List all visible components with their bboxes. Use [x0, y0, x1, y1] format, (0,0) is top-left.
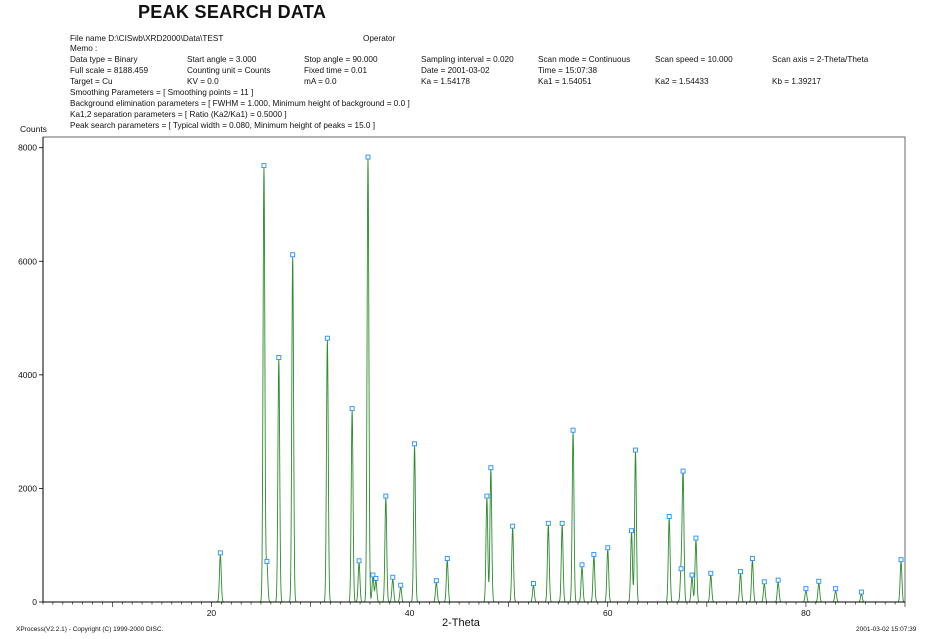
peak-marker [433, 578, 439, 584]
peak-marker [803, 586, 809, 592]
peak-marker [373, 575, 379, 581]
peak-marker [858, 589, 864, 595]
diffraction-trace [43, 159, 906, 603]
y-tick-label: 8000 [18, 143, 37, 153]
x-tick-label: 80 [801, 608, 811, 618]
peak-marker [261, 163, 267, 169]
peak-marker [264, 558, 270, 564]
peak-marker [591, 552, 597, 558]
xrd-chart: 0 2000 4000 6000 8000 20 40 60 80 [18, 136, 906, 618]
peak-marker [678, 566, 684, 572]
y-tick-label: 0 [32, 597, 37, 607]
peak-marker [633, 447, 638, 453]
peak-marker [290, 252, 296, 258]
peak-marker [666, 514, 672, 519]
peak-marker [680, 468, 686, 474]
x-axis-label: 2-Theta [442, 617, 480, 629]
peak-marker [761, 579, 767, 585]
peak-marker [398, 582, 404, 588]
peak-marker [356, 558, 362, 564]
footer-timestamp: 2001-03-02 15:07:39 [856, 626, 917, 633]
peak-marker [365, 154, 371, 160]
peak-marker [217, 550, 223, 556]
plot-frame [42, 136, 906, 603]
peak-marker [816, 578, 822, 584]
peak-marker [324, 335, 330, 341]
peak-marker [488, 465, 494, 471]
y-tick-label: 2000 [18, 483, 37, 493]
peak-marker [579, 562, 585, 568]
peak-marker [738, 569, 743, 575]
peak-marker [412, 441, 418, 447]
y-tick-label: 4000 [18, 370, 37, 380]
peak-marker [545, 520, 551, 526]
x-tick-label: 60 [603, 608, 613, 618]
x-tick-label: 20 [207, 608, 217, 618]
x-tick-label: 40 [405, 608, 415, 618]
peak-marker [383, 493, 389, 499]
peak-marker [349, 406, 355, 412]
peak-marker [510, 523, 516, 529]
footer-copyright: XProcess(V2.2.1) - Copyright (C) 1999-20… [16, 626, 164, 633]
peak-marker [689, 572, 695, 578]
peak-marker [898, 557, 904, 563]
peak-marker [708, 570, 714, 576]
peak-marker [605, 545, 611, 551]
peak-marker [693, 535, 699, 541]
peak-marker [484, 493, 490, 499]
peak-marker [629, 528, 634, 534]
peak-marker [390, 574, 396, 580]
peak-marker [775, 577, 781, 583]
peak-marker [749, 556, 755, 561]
peak-marker [276, 355, 282, 360]
peak-marker [570, 427, 576, 433]
peak-marker [444, 556, 450, 561]
peak-marker [559, 520, 565, 526]
peak-marker [833, 586, 839, 592]
y-tick-label: 6000 [18, 256, 37, 266]
peak-marker [530, 581, 536, 586]
